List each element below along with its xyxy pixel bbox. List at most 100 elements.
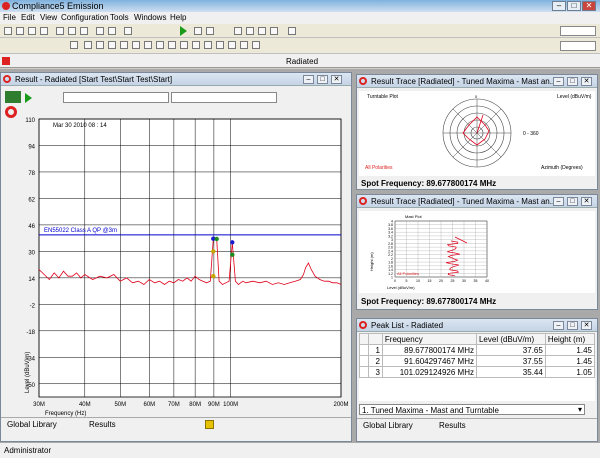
results-label[interactable]: Results [89, 420, 116, 429]
tab-radiated[interactable]: Radiated [286, 57, 318, 66]
compliance-logo-icon [359, 197, 367, 205]
table-row[interactable]: 1 89.677800174 MHz 37.65 1.45 [359, 344, 595, 356]
peak-list-minimize-button[interactable]: – [553, 321, 564, 330]
result-window-title: Result - Radiated [Start Test\Start Test… [15, 75, 173, 84]
menu-edit[interactable]: Edit [21, 13, 35, 22]
turntable-window-titlebar: Result Trace [Radiated] - Tuned Maxima -… [357, 75, 597, 88]
y-tick-label: 110 [25, 118, 35, 124]
row-number: 2 [368, 355, 383, 367]
menu-view[interactable]: View [40, 13, 57, 22]
toolbar-combo-2[interactable] [560, 41, 596, 51]
results-label[interactable]: Results [439, 421, 466, 430]
play-icon[interactable] [25, 93, 32, 103]
tools-icon[interactable] [124, 27, 132, 35]
list-icon[interactable] [108, 41, 116, 49]
redo-icon[interactable] [108, 27, 116, 35]
table-row[interactable]: 3 101.029124926 MHz 35.44 1.05 [359, 366, 595, 378]
peak-icon[interactable] [168, 41, 176, 49]
result-field-2[interactable] [171, 92, 277, 103]
close-button[interactable]: ✕ [582, 1, 596, 11]
trace-icon[interactable] [192, 41, 200, 49]
global-library-label[interactable]: Global Library [7, 420, 57, 429]
app-icon [2, 2, 10, 10]
result-minimize-button[interactable]: – [303, 75, 314, 84]
table-row[interactable]: 2 91.604297467 MHz 37.55 1.45 [359, 355, 595, 367]
toolbar-combo[interactable] [560, 26, 596, 36]
print-icon[interactable] [40, 27, 48, 35]
minimize-button[interactable]: – [552, 1, 566, 11]
menu-tools[interactable]: Tools [110, 13, 129, 22]
pen-icon[interactable] [234, 27, 242, 35]
result-maximize-button[interactable]: □ [317, 75, 328, 84]
result-close-button[interactable]: ✕ [331, 75, 342, 84]
color-icon[interactable] [240, 41, 248, 49]
column-frequency[interactable]: Frequency [381, 333, 477, 345]
mast-x-tick: 25 [451, 279, 455, 283]
grid-icon[interactable] [246, 27, 254, 35]
row-height: 1.45 [544, 344, 595, 356]
report-icon[interactable] [228, 41, 236, 49]
peak-list-close-button[interactable]: ✕ [581, 321, 592, 330]
row-frequency: 91.604297467 MHz [381, 355, 477, 367]
bulb-icon[interactable] [270, 27, 278, 35]
save-icon[interactable] [28, 27, 36, 35]
zoom-out-icon[interactable] [68, 27, 76, 35]
mast-plot: 43.83.63.43.232.82.62.42.221.81.61.41.21… [369, 214, 489, 290]
chart-icon[interactable] [96, 41, 104, 49]
menu-windows[interactable]: Windows [134, 13, 166, 22]
mast-close-button[interactable]: ✕ [581, 197, 592, 206]
options-icon[interactable] [252, 41, 260, 49]
window-icon[interactable] [84, 41, 92, 49]
peak-marker [211, 249, 216, 254]
zoom-fit-icon[interactable] [80, 27, 88, 35]
scale-icon[interactable] [204, 41, 212, 49]
mast-y-axis-label: Height (m) [369, 252, 374, 271]
status-user: Administrator [4, 446, 52, 455]
layers-icon[interactable] [5, 91, 21, 103]
menu-configuration[interactable]: Configuration [61, 13, 109, 22]
row-level: 35.44 [475, 366, 546, 378]
copy-icon[interactable] [132, 41, 140, 49]
turntable-maximize-button[interactable]: □ [567, 77, 578, 86]
trace-select[interactable]: 1. Tuned Maxima - Mast and Turntable ▾ [359, 404, 585, 415]
table-icon[interactable] [258, 27, 266, 35]
x-tick-label: 50M [114, 402, 126, 408]
radiated-icon [2, 57, 10, 65]
turntable-plot-label: Turntable Plot [367, 94, 398, 100]
turntable-level-label: Level (dBuV/m) [557, 94, 592, 100]
lock-icon [205, 420, 214, 429]
maximize-button[interactable]: □ [567, 1, 581, 11]
column-height[interactable]: Height (m) [544, 333, 595, 345]
turntable-plot-area: Turntable Plot Level (dBuV/m) 0 0 - 360 … [359, 91, 595, 176]
y-tick-label: 62 [28, 197, 35, 203]
refresh-icon[interactable] [288, 27, 296, 35]
mast-y-tick: 1 [391, 276, 393, 280]
export-icon[interactable] [120, 41, 128, 49]
x-tick-label: 40M [79, 402, 91, 408]
filter-icon[interactable] [144, 41, 152, 49]
column-level[interactable]: Level (dBuV/m) [475, 333, 546, 345]
zoom-in-icon[interactable] [56, 27, 64, 35]
turntable-close-button[interactable]: ✕ [581, 77, 592, 86]
turntable-angle-0: 0 [475, 95, 478, 99]
marker-icon[interactable] [156, 41, 164, 49]
mast-minimize-button[interactable]: – [553, 197, 564, 206]
mast-x-tick: 40 [485, 279, 489, 283]
row-level: 37.55 [475, 355, 546, 367]
layout-icon[interactable] [70, 41, 78, 49]
result-field-1[interactable] [63, 92, 169, 103]
menu-file[interactable]: File [3, 13, 16, 22]
global-library-label[interactable]: Global Library [363, 421, 413, 430]
peak-list-maximize-button[interactable]: □ [567, 321, 578, 330]
log-icon[interactable] [216, 41, 224, 49]
turntable-minimize-button[interactable]: – [553, 77, 564, 86]
new-icon[interactable] [4, 27, 12, 35]
open-icon[interactable] [16, 27, 24, 35]
stop-icon[interactable] [206, 27, 214, 35]
limit-icon[interactable] [180, 41, 188, 49]
menu-help[interactable]: Help [170, 13, 186, 22]
mast-maximize-button[interactable]: □ [567, 197, 578, 206]
run-icon[interactable] [180, 26, 187, 36]
undo-icon[interactable] [96, 27, 104, 35]
pause-icon[interactable] [194, 27, 202, 35]
